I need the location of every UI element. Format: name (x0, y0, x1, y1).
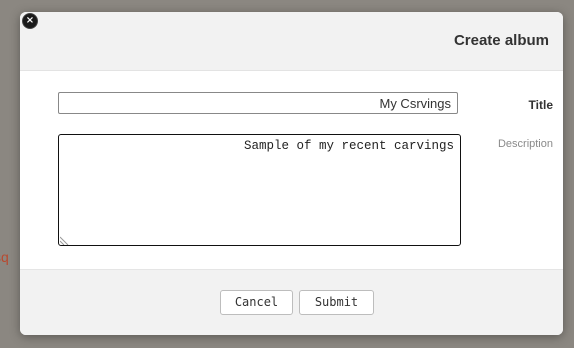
create-album-dialog: Create album Title Description Sample of… (20, 12, 563, 335)
description-label: Description (497, 138, 553, 150)
title-label: Title (528, 98, 553, 112)
dialog-title: Create album (453, 32, 549, 49)
description-textarea[interactable]: Sample of my recent carvings (58, 134, 461, 246)
resize-grip-icon[interactable] (60, 235, 70, 245)
title-input[interactable] (58, 92, 458, 114)
dialog-header: Create album (20, 12, 563, 71)
close-icon[interactable]: × (23, 14, 37, 28)
dialog-footer: Cancel Submit (20, 269, 563, 335)
backdrop-partial-text: sq (0, 249, 9, 265)
cancel-button[interactable]: Cancel (220, 290, 293, 315)
submit-button[interactable]: Submit (299, 290, 374, 315)
